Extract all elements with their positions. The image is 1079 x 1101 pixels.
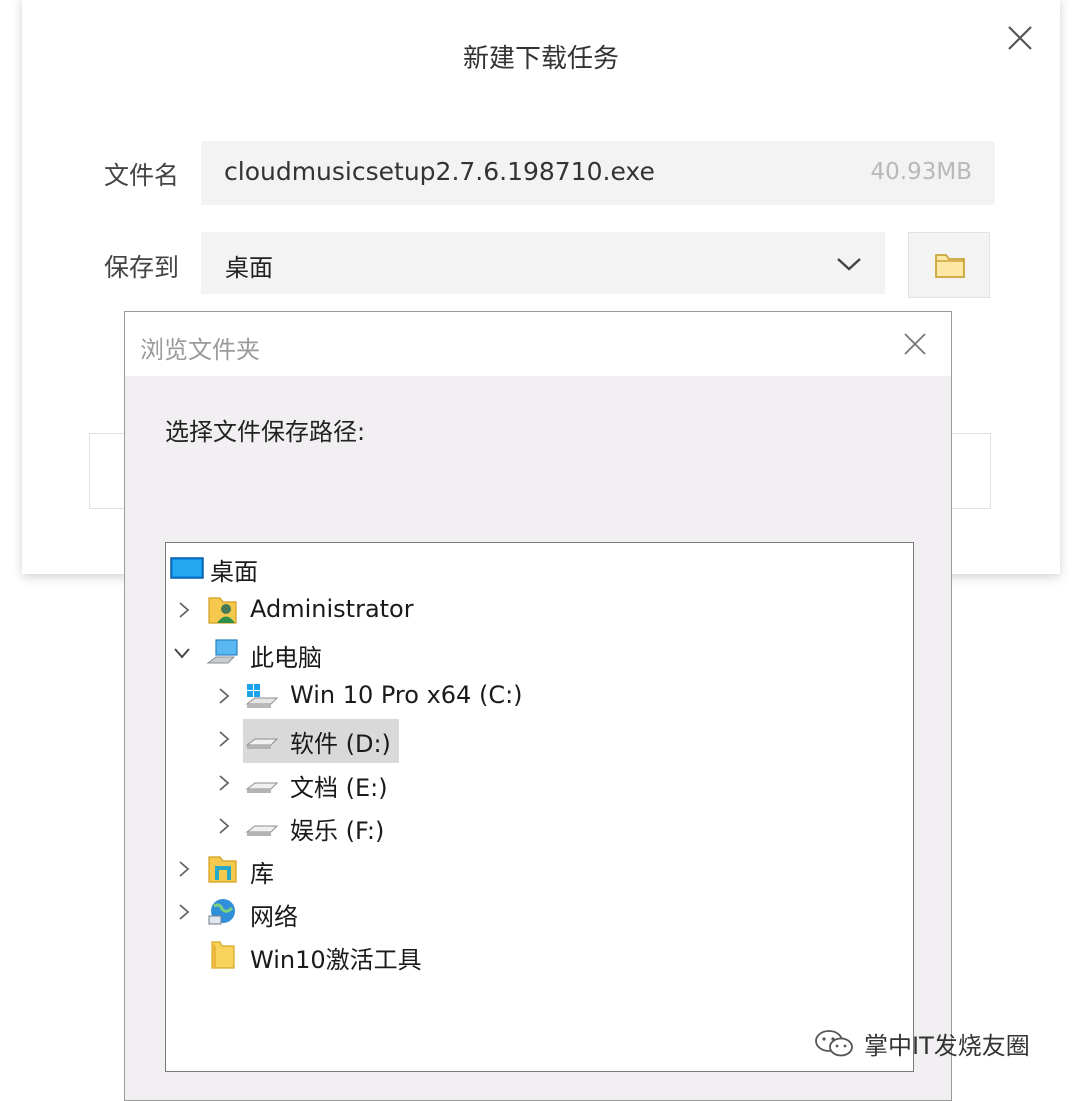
filename-label: 文件名: [104, 161, 180, 190]
saveto-value: 桌面: [225, 254, 273, 282]
tree-item-label: 桌面: [210, 558, 258, 586]
drive-icon: [245, 825, 279, 836]
browse-folder-dialog: 浏览文件夹 选择文件保存路径: 桌面 Administrator 此电脑 Win…: [124, 311, 952, 1101]
chevron-right-icon[interactable]: [214, 816, 234, 836]
tree-item-drive-c[interactable]: Win 10 Pro x64 (C:): [166, 676, 911, 716]
tree-item-label: 软件 (D:): [290, 730, 391, 758]
watermark-text: 掌中IT发烧友圈: [864, 1032, 1030, 1060]
tree-item-label: 网络: [250, 903, 298, 931]
filename-field[interactable]: cloudmusicsetup2.7.6.198710.exe 40.93MB: [201, 141, 995, 205]
folder-tree[interactable]: 桌面 Administrator 此电脑 Win 10 Pro x64 (C:)…: [165, 542, 914, 1072]
tree-item-win10-activation-tool[interactable]: Win10激活工具: [166, 935, 911, 975]
tree-item-label: Administrator: [250, 595, 414, 623]
tree-item-drive-d[interactable]: 软件 (D:): [166, 719, 911, 763]
saveto-label: 保存到: [104, 253, 180, 282]
browse-folder-button[interactable]: [908, 232, 990, 298]
tree-item-label: 娱乐 (F:): [290, 817, 385, 845]
library-icon: [208, 856, 237, 883]
chevron-right-icon[interactable]: [214, 686, 234, 706]
chevron-right-icon[interactable]: [174, 902, 194, 922]
browse-prompt: 选择文件保存路径:: [165, 418, 366, 446]
tree-item-drive-f[interactable]: 娱乐 (F:): [166, 806, 911, 846]
download-dialog-title: 新建下载任务: [462, 44, 619, 74]
chevron-right-icon[interactable]: [214, 729, 234, 749]
tree-item-label: Win10激活工具: [250, 946, 422, 974]
user-folder-icon: [208, 597, 237, 624]
computer-icon: [206, 639, 238, 664]
close-icon[interactable]: [1004, 22, 1036, 54]
windows-drive-icon: [245, 684, 279, 708]
drive-icon: [245, 782, 279, 793]
folder-icon: [935, 254, 965, 278]
tree-item-administrator[interactable]: Administrator: [166, 590, 911, 630]
desktop-icon: [170, 557, 204, 579]
tree-item-libraries[interactable]: 库: [166, 849, 911, 889]
saveto-dropdown[interactable]: 桌面: [201, 232, 885, 294]
tree-item-this-pc[interactable]: 此电脑: [166, 633, 911, 673]
chevron-right-icon[interactable]: [174, 859, 194, 879]
tree-item-label: 文档 (E:): [290, 774, 388, 802]
network-icon: [208, 899, 235, 925]
chevron-down-icon[interactable]: [172, 643, 192, 663]
wechat-icon: [815, 1030, 853, 1057]
tree-item-label: 库: [250, 860, 274, 888]
tree-item-network[interactable]: 网络: [166, 892, 911, 932]
tree-item-desktop[interactable]: 桌面: [166, 547, 911, 587]
drive-icon: [245, 738, 279, 749]
filesize-value: 40.93MB: [870, 159, 972, 185]
folder-icon: [211, 941, 235, 969]
chevron-down-icon[interactable]: [835, 250, 863, 278]
tree-item-label: 此电脑: [250, 644, 322, 672]
browse-dialog-title: 浏览文件夹: [140, 336, 260, 364]
close-icon[interactable]: [899, 328, 931, 360]
tree-item-drive-e[interactable]: 文档 (E:): [166, 763, 911, 803]
chevron-right-icon[interactable]: [174, 600, 194, 620]
browse-titlebar: 浏览文件夹: [125, 312, 951, 376]
tree-item-label: Win 10 Pro x64 (C:): [290, 681, 523, 709]
filename-value: cloudmusicsetup2.7.6.198710.exe: [224, 157, 655, 186]
chevron-right-icon[interactable]: [214, 773, 234, 793]
